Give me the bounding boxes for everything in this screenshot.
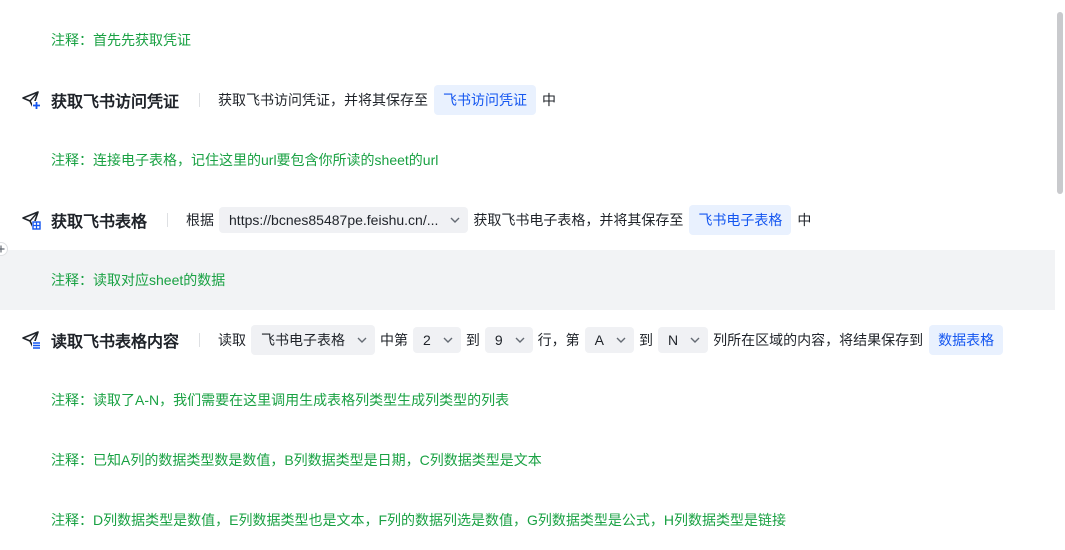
- comment-text: 注释：首先先获取凭证: [51, 32, 191, 48]
- variable-chip[interactable]: 飞书电子表格: [689, 205, 792, 235]
- step-suffix: 中: [797, 212, 812, 228]
- chevron-down-icon: [616, 337, 626, 343]
- step-description: 获取飞书电子表格，并将其保存至: [473, 212, 684, 228]
- col-start-select[interactable]: A: [584, 327, 634, 353]
- divider: [199, 93, 201, 107]
- comment-text: 注释：读取对应sheet的数据: [51, 272, 226, 288]
- plus-icon: [0, 245, 5, 253]
- row-start-select[interactable]: 2: [413, 327, 461, 353]
- comment-text: 注释：连接电子表格，记住这里的url要包含你所读的sheet的url: [51, 152, 439, 168]
- step-description: 获取飞书访问凭证，并将其保存至: [218, 92, 429, 108]
- col-end-value: N: [667, 332, 679, 348]
- comment-text: 注释：已知A列的数据类型数是数值，B列数据类型是日期，C列数据类型是文本: [51, 452, 542, 468]
- from-label: 中第: [380, 332, 409, 348]
- comment-row[interactable]: 注释：已知A列的数据类型数是数值，B列数据类型是日期，C列数据类型是文本: [0, 430, 1055, 490]
- step-prefix: 根据: [186, 212, 215, 228]
- comment-row[interactable]: 注释：读取了A-N，我们需要在这里调用生成表格列类型生成列类型的列表: [0, 370, 1055, 430]
- send-list-icon: [20, 329, 42, 351]
- comment-row[interactable]: 注释：首先先获取凭证: [0, 10, 1055, 70]
- chevron-down-icon: [450, 217, 460, 223]
- sheet-select-value: 飞书电子表格: [261, 332, 346, 348]
- tail-label: 列所在区域的内容，将结果保存到: [713, 332, 924, 348]
- chevron-down-icon: [443, 337, 453, 343]
- read-label: 读取: [218, 332, 247, 348]
- step-get-table[interactable]: 获取飞书表格 根据 https://bcnes85487pe.feishu.cn…: [0, 190, 1055, 250]
- step-title: 读取飞书表格内容: [51, 334, 180, 351]
- to-label: 到: [638, 332, 653, 348]
- chevron-down-icon: [515, 337, 525, 343]
- send-add-icon: [20, 89, 42, 111]
- step-title: 获取飞书访问凭证: [51, 94, 180, 111]
- variable-chip[interactable]: 数据表格: [929, 325, 1004, 355]
- comment-row[interactable]: 注释：D列数据类型是数值，E列数据类型也是文本，F列的数据列选是数值，G列数据类…: [0, 490, 1055, 550]
- comment-text: 注释：D列数据类型是数值，E列数据类型也是文本，F列的数据列选是数值，G列数据类…: [51, 512, 786, 528]
- divider: [167, 213, 169, 227]
- sheet-select[interactable]: 飞书电子表格: [251, 325, 376, 355]
- step-suffix: 中: [542, 92, 557, 108]
- col-end-select[interactable]: N: [657, 327, 709, 353]
- chevron-down-icon: [357, 337, 367, 343]
- row-col-label: 行，第: [537, 332, 580, 348]
- send-table-icon: [20, 209, 42, 231]
- comment-row[interactable]: 注释：连接电子表格，记住这里的url要包含你所读的sheet的url: [0, 130, 1055, 190]
- step-title: 获取飞书表格: [51, 214, 148, 231]
- to-label: 到: [465, 332, 480, 348]
- divider: [199, 333, 201, 347]
- step-get-credential[interactable]: 获取飞书访问凭证 获取飞书访问凭证，并将其保存至 飞书访问凭证 中: [0, 70, 1055, 130]
- vertical-scrollbar[interactable]: [1057, 12, 1063, 194]
- row-end-select[interactable]: 9: [484, 327, 533, 353]
- step-read-table-content[interactable]: 读取飞书表格内容 读取 飞书电子表格 中第 2 到 9 行，第 A 到 N 列所…: [0, 310, 1055, 370]
- url-select[interactable]: https://bcnes85487pe.feishu.cn/...: [219, 207, 469, 233]
- col-start-value: A: [594, 332, 604, 348]
- row-start-value: 2: [423, 332, 431, 348]
- chevron-down-icon: [690, 337, 700, 343]
- url-select-value: https://bcnes85487pe.feishu.cn/...: [229, 212, 439, 228]
- variable-chip[interactable]: 飞书访问凭证: [434, 85, 537, 115]
- row-end-value: 9: [494, 332, 503, 348]
- comment-text: 注释：读取了A-N，我们需要在这里调用生成表格列类型生成列类型的列表: [51, 392, 510, 408]
- comment-row-selected[interactable]: 注释：读取对应sheet的数据: [0, 250, 1055, 310]
